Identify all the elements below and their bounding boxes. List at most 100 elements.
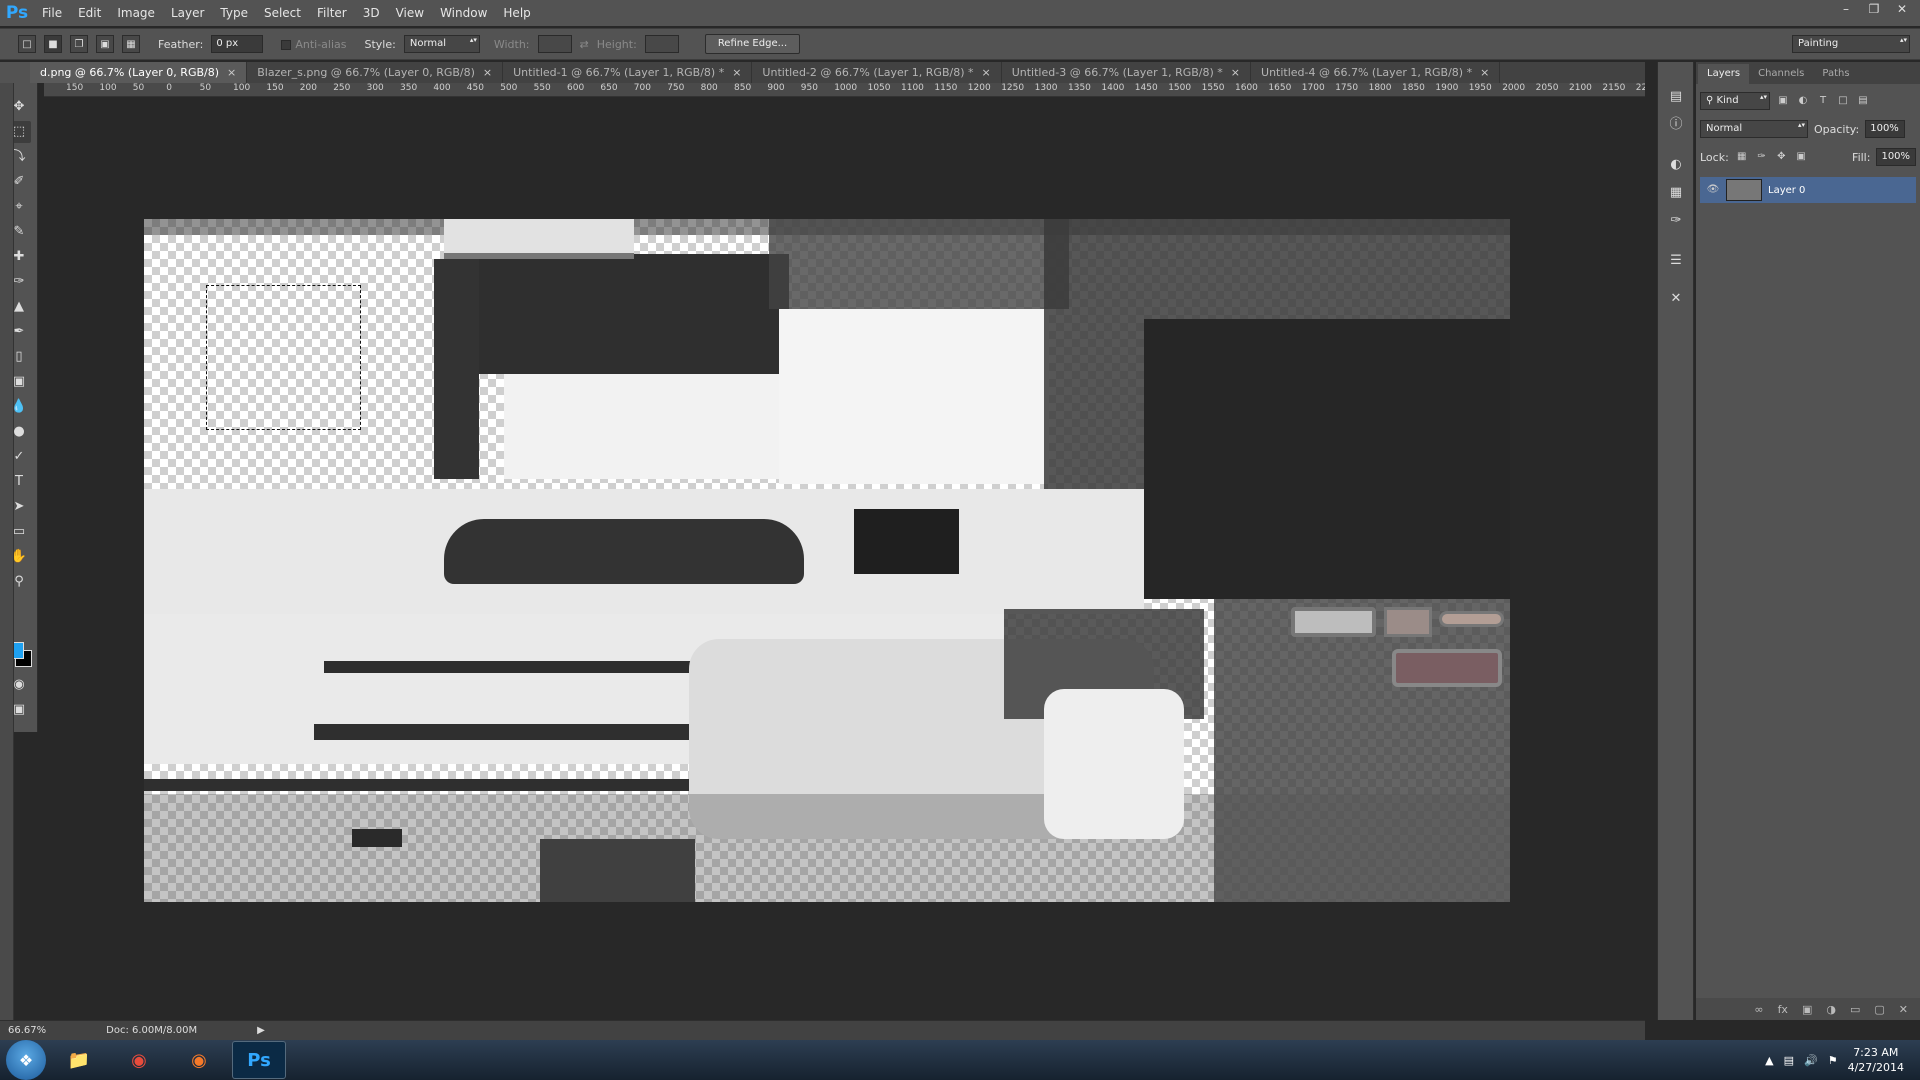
add-mask-icon[interactable]: ▣ bbox=[1802, 1003, 1812, 1016]
tool-presets-panel-icon[interactable]: ✕ bbox=[1665, 288, 1687, 310]
new-selection-icon[interactable]: ■ bbox=[44, 35, 62, 53]
document-canvas[interactable] bbox=[144, 219, 1510, 902]
tab-paths[interactable]: Paths bbox=[1813, 64, 1858, 84]
layer-row[interactable]: 👁 Layer 0 bbox=[1700, 177, 1916, 203]
menu-type[interactable]: Type bbox=[212, 0, 256, 26]
menu-3d[interactable]: 3D bbox=[355, 0, 388, 26]
tab-layers[interactable]: Layers bbox=[1698, 64, 1750, 84]
blend-row: Normal Opacity: 100% bbox=[1700, 118, 1916, 140]
photoshop-taskbar-icon[interactable]: Ps bbox=[232, 1041, 286, 1079]
opacity-input[interactable]: 100% bbox=[1865, 120, 1906, 138]
tab-document-1[interactable]: d.png @ 66.7% (Layer 0, RGB/8) × bbox=[30, 62, 248, 83]
brush-panel-icon[interactable]: ✑ bbox=[1665, 210, 1687, 232]
info-panel-icon[interactable]: ⓘ bbox=[1665, 114, 1687, 136]
tray-expand-icon[interactable]: ▲ bbox=[1765, 1054, 1773, 1067]
tab-close-icon[interactable]: × bbox=[982, 66, 991, 79]
minimize-button[interactable]: – bbox=[1832, 0, 1860, 20]
menu-layer[interactable]: Layer bbox=[163, 0, 212, 26]
marquee-tool-preset-icon[interactable]: □ bbox=[18, 35, 36, 53]
canvas-area[interactable] bbox=[44, 98, 1645, 1020]
lock-image-icon[interactable]: ✑ bbox=[1755, 150, 1769, 164]
swatches-panel-icon[interactable]: ▦ bbox=[1665, 182, 1687, 204]
fx-icon[interactable]: fx bbox=[1778, 1003, 1788, 1016]
tab-document-5[interactable]: Untitled-3 @ 66.7% (Layer 1, RGB/8) * × bbox=[1001, 62, 1252, 83]
tab-close-icon[interactable]: × bbox=[1480, 66, 1489, 79]
tab-document-3[interactable]: Untitled-1 @ 66.7% (Layer 1, RGB/8) * × bbox=[503, 62, 753, 83]
add-selection-icon[interactable]: ❐ bbox=[70, 35, 88, 53]
start-button[interactable]: ❖ bbox=[6, 1040, 46, 1080]
history-panel-icon[interactable]: ▤ bbox=[1665, 86, 1687, 108]
menu-image[interactable]: Image bbox=[109, 0, 163, 26]
color-panel-icon[interactable]: ◐ bbox=[1665, 154, 1687, 176]
subtract-selection-icon[interactable]: ▣ bbox=[96, 35, 114, 53]
height-input[interactable] bbox=[644, 35, 679, 53]
tab-channels[interactable]: Channels bbox=[1749, 64, 1813, 84]
filter-shape-icon[interactable]: □ bbox=[1836, 94, 1850, 108]
blend-mode-select[interactable]: Normal bbox=[1700, 120, 1808, 138]
ruler-tick-label: 150 bbox=[66, 83, 84, 93]
new-group-icon[interactable]: ▭ bbox=[1850, 1003, 1860, 1016]
width-input[interactable] bbox=[537, 35, 572, 53]
workspace-select[interactable]: Painting bbox=[1792, 35, 1910, 53]
status-menu-arrow-icon[interactable]: ▶ bbox=[257, 1025, 265, 1036]
feather-input[interactable]: 0 px bbox=[211, 35, 264, 53]
ruler-tick-label: 1600 bbox=[1235, 83, 1258, 93]
link-layers-icon[interactable]: ∞ bbox=[1754, 1003, 1763, 1016]
filter-pixel-icon[interactable]: ▣ bbox=[1776, 94, 1790, 108]
lock-all-icon[interactable]: ▣ bbox=[1794, 150, 1808, 164]
tab-label: Untitled-4 @ 66.7% (Layer 1, RGB/8) * bbox=[1261, 66, 1473, 79]
new-layer-icon[interactable]: ▢ bbox=[1874, 1003, 1884, 1016]
zoom-level[interactable]: 66.67% bbox=[8, 1025, 46, 1036]
ruler-tick-label: 1500 bbox=[1168, 83, 1192, 93]
filter-smart-object-icon[interactable]: ▤ bbox=[1856, 94, 1870, 108]
style-select[interactable]: Normal bbox=[403, 35, 480, 53]
tab-close-icon[interactable]: × bbox=[732, 66, 741, 79]
selection-marquee[interactable] bbox=[206, 285, 361, 430]
restore-button[interactable]: ❐ bbox=[1860, 0, 1888, 20]
ruler-tick-label: 1950 bbox=[1468, 83, 1492, 93]
chrome-icon[interactable]: ◉ bbox=[112, 1041, 166, 1079]
lock-transparent-icon[interactable]: ▦ bbox=[1735, 150, 1749, 164]
menu-view[interactable]: View bbox=[388, 0, 432, 26]
vertical-ruler[interactable] bbox=[0, 83, 14, 1020]
close-button[interactable]: ✕ bbox=[1888, 0, 1916, 20]
network-icon[interactable]: ▤ bbox=[1784, 1054, 1794, 1067]
filter-kind-select[interactable]: ⚲ Kind bbox=[1700, 92, 1770, 110]
ruler-tick-label: 1000 bbox=[834, 83, 858, 93]
ruler-tick-label: 350 bbox=[400, 83, 418, 93]
menu-edit[interactable]: Edit bbox=[70, 0, 109, 26]
horizontal-ruler[interactable]: 150 100 50 0 50 100 150 200 250 300 350 400 450 500 55… bbox=[44, 83, 1645, 97]
intersect-selection-icon[interactable]: ▦ bbox=[122, 35, 140, 53]
flag-icon[interactable]: ⚑ bbox=[1828, 1054, 1838, 1067]
refine-edge-button[interactable]: Refine Edge... bbox=[704, 34, 801, 54]
menu-window[interactable]: Window bbox=[432, 0, 495, 26]
blender-icon[interactable]: ◉ bbox=[172, 1041, 226, 1079]
tab-document-4[interactable]: Untitled-2 @ 66.7% (Layer 1, RGB/8) * × bbox=[752, 62, 1002, 83]
lock-position-icon[interactable]: ✥ bbox=[1774, 150, 1788, 164]
explorer-icon[interactable]: 📁 bbox=[52, 1041, 106, 1079]
tab-close-icon[interactable]: × bbox=[483, 66, 492, 79]
tab-document-2[interactable]: Blazer_s.png @ 66.7% (Layer 0, RGB/8) × bbox=[247, 62, 504, 83]
volume-icon[interactable]: 🔊 bbox=[1804, 1054, 1818, 1067]
fill-input[interactable]: 100% bbox=[1876, 148, 1916, 166]
menu-file[interactable]: File bbox=[34, 0, 70, 26]
swap-icon[interactable]: ⇄ bbox=[580, 38, 589, 51]
delete-layer-icon[interactable]: ✕ bbox=[1899, 1003, 1908, 1016]
adjustment-layer-icon[interactable]: ◑ bbox=[1826, 1003, 1836, 1016]
ruler-tick-label: 2000 bbox=[1502, 83, 1526, 93]
tab-close-icon[interactable]: × bbox=[1231, 66, 1240, 79]
menu-select[interactable]: Select bbox=[256, 0, 309, 26]
system-tray: ▲ ▤ 🔊 ⚑ 7:23 AM 4/27/2014 bbox=[1765, 1040, 1920, 1080]
tab-close-icon[interactable]: × bbox=[227, 66, 236, 79]
tab-document-6[interactable]: Untitled-4 @ 66.7% (Layer 1, RGB/8) * × bbox=[1251, 62, 1501, 83]
options-bar: □ ■ ❐ ▣ ▦ Feather: 0 px Anti-alias Style… bbox=[0, 28, 1920, 60]
eye-icon[interactable]: 👁 bbox=[1706, 183, 1720, 197]
menu-filter[interactable]: Filter bbox=[309, 0, 355, 26]
filter-type-icon[interactable]: T bbox=[1816, 94, 1830, 108]
ruler-tick-label: 600 bbox=[567, 83, 585, 93]
clock[interactable]: 7:23 AM 4/27/2014 bbox=[1848, 1045, 1904, 1075]
antialias-checkbox[interactable]: Anti-alias bbox=[281, 38, 347, 51]
filter-adjustment-icon[interactable]: ◐ bbox=[1796, 94, 1810, 108]
properties-panel-icon[interactable]: ☰ bbox=[1665, 250, 1687, 272]
menu-help[interactable]: Help bbox=[495, 0, 538, 26]
